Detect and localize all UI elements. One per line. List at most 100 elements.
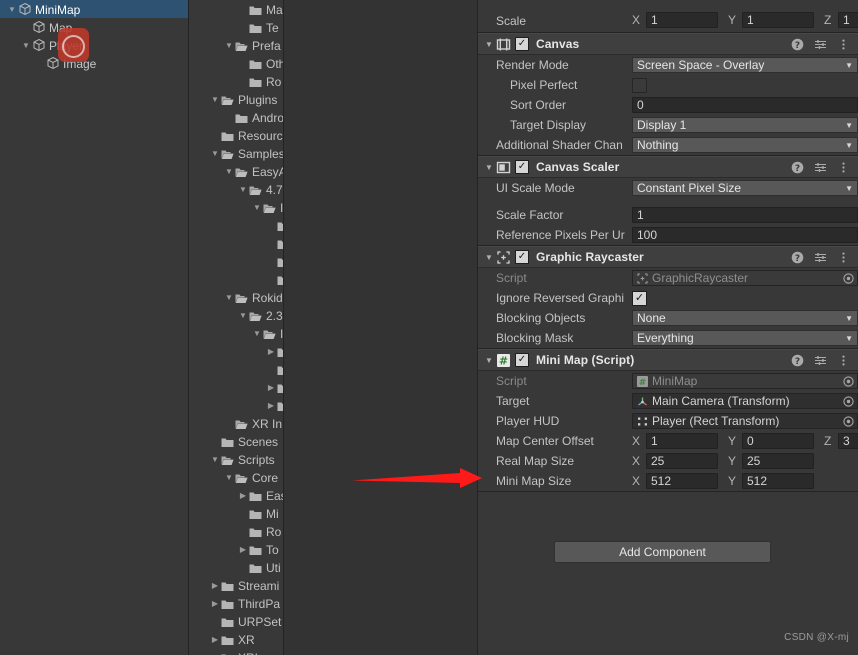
twisty-expanded-icon[interactable]: ▼ [209,91,221,108]
project-tree-item[interactable]: ▶ To [189,540,283,558]
project-tree-item[interactable]: ▶ Andro [189,108,283,126]
scale-z-input[interactable]: 1 [838,12,858,28]
project-tree-item[interactable]: ▶ Te [189,18,283,36]
twisty-collapsed-icon[interactable]: ▶ [237,541,249,558]
input-mini-map-size-y[interactable]: 512 [742,473,814,489]
kebab-menu-icon[interactable] [837,161,850,174]
checkbox-ignore-reversed-graphi[interactable]: ✓ [632,290,647,306]
preset-icon[interactable] [814,161,827,174]
project-tree-item[interactable]: ▶ Ro [189,522,283,540]
kebab-menu-icon[interactable] [837,38,850,51]
project-tree-item[interactable]: ▶ [189,378,283,396]
dropdown-blocking-mask[interactable]: Everything ▼ [632,330,858,346]
component-enabled-checkbox[interactable]: ✓ [515,37,529,51]
input-map-center-offset-z[interactable]: 3 [838,433,858,449]
hierarchy-item-map[interactable]: ▶Map [0,18,188,36]
object-field-script[interactable]: # MiniMap [632,373,858,389]
project-tree-item[interactable]: ▶ [189,216,283,234]
dropdown-ui-scale-mode[interactable]: Constant Pixel Size ▼ [632,180,858,196]
dropdown-additional-shader-chan[interactable]: Nothing ▼ [632,137,858,153]
project-tree-item[interactable]: ▼ Plugins [189,90,283,108]
twisty-expanded-icon[interactable]: ▼ [237,181,249,198]
project-tree-item[interactable]: ▶ URPSet [189,612,283,630]
twisty-collapsed-icon[interactable]: ▶ [209,649,221,655]
project-tree-item[interactable]: ▶ Ro [189,72,283,90]
help-icon[interactable]: ? [791,251,804,264]
project-tree-item[interactable]: ▶ Resourc [189,126,283,144]
project-tree-item[interactable]: ▶ Uti [189,558,283,576]
twisty-expanded-icon[interactable]: ▼ [237,307,249,324]
hierarchy-item-minimap[interactable]: ▼ MiniMap [0,0,188,18]
input-map-center-offset-y[interactable]: 0 [742,433,814,449]
project-tree-item[interactable]: ▼ Rokid [189,288,283,306]
component-enabled-checkbox[interactable]: ✓ [515,353,529,367]
twisty-expanded-icon[interactable]: ▼ [223,37,235,54]
project-tree-item[interactable]: ▶ Mi [189,504,283,522]
add-component-button[interactable]: Add Component [554,541,771,563]
object-picker-icon[interactable] [843,415,854,427]
project-tree-item[interactable]: ▶ [189,342,283,360]
component-header[interactable]: ▼ ✓ Graphic Raycaster? [478,246,858,268]
input-scale-factor[interactable]: 1 [632,207,858,223]
preset-icon[interactable] [814,354,827,367]
object-picker-icon[interactable] [843,395,854,407]
component-header[interactable]: ▼ ✓ Canvas? [478,33,858,55]
project-tree-item[interactable]: ▼I [189,324,283,342]
help-icon[interactable]: ? [791,161,804,174]
scale-x-input[interactable]: 1 [646,12,718,28]
help-icon[interactable]: ? [791,354,804,367]
object-field-player-hud[interactable]: Player (Rect Transform) [632,413,858,429]
twisty-collapsed-icon[interactable]: ▶ [209,595,221,612]
input-real-map-size-y[interactable]: 25 [742,453,814,469]
object-picker-icon[interactable] [843,272,854,284]
project-tree-item[interactable]: ▶ XR In [189,414,283,432]
object-field-script[interactable]: GraphicRaycaster [632,270,858,286]
twisty-expanded-icon[interactable]: ▼ [251,199,263,216]
twisty-expanded-icon[interactable]: ▼ [6,1,18,19]
dropdown-render-mode[interactable]: Screen Space - Overlay ▼ [632,57,858,73]
input-reference-pixels-per-ur[interactable]: 100 [632,227,858,243]
project-tree-item[interactable]: ▼ Scripts [189,450,283,468]
component-foldout-icon[interactable]: ▼ [482,253,496,262]
twisty-expanded-icon[interactable]: ▼ [223,469,235,486]
twisty-expanded-icon[interactable]: ▼ [223,289,235,306]
twisty-collapsed-icon[interactable]: ▶ [237,487,249,504]
twisty-expanded-icon[interactable]: ▼ [251,325,263,342]
project-tree-item[interactable]: ▶ Eas [189,486,283,504]
hierarchy-item-player[interactable]: ▼Player [0,36,188,54]
project-tree-item[interactable]: ▼ Samples [189,144,283,162]
project-tree-item[interactable]: ▶ XRI [189,648,283,655]
project-tree-item[interactable]: ▶ [189,234,283,252]
hierarchy-item-image[interactable]: ▶Image [0,54,188,72]
project-tree-item[interactable]: ▶ Scenes [189,432,283,450]
preset-icon[interactable] [814,38,827,51]
project-tree-item[interactable]: ▶ [189,252,283,270]
scale-y-input[interactable]: 1 [742,12,814,28]
component-foldout-icon[interactable]: ▼ [482,356,496,365]
kebab-menu-icon[interactable] [837,354,850,367]
project-tree-item[interactable]: ▼ Prefa [189,36,283,54]
kebab-menu-icon[interactable] [837,251,850,264]
component-enabled-checkbox[interactable]: ✓ [515,250,529,264]
twisty-expanded-icon[interactable]: ▼ [209,451,221,468]
project-tree-item[interactable]: ▶ [189,360,283,378]
component-enabled-checkbox[interactable]: ✓ [515,160,529,174]
twisty-expanded-icon[interactable]: ▼ [20,37,32,55]
project-tree-item[interactable]: ▶ Oth [189,54,283,72]
project-tree-item[interactable]: ▶ [189,270,283,288]
project-tree-item[interactable]: ▼ Core [189,468,283,486]
object-picker-icon[interactable] [843,375,854,387]
twisty-expanded-icon[interactable]: ▼ [209,145,221,162]
twisty-collapsed-icon[interactable]: ▶ [265,397,277,414]
help-icon[interactable]: ? [791,38,804,51]
twisty-collapsed-icon[interactable]: ▶ [265,343,277,360]
input-mini-map-size-x[interactable]: 512 [646,473,718,489]
twisty-collapsed-icon[interactable]: ▶ [209,631,221,648]
project-tree-item[interactable]: ▼ EasyA [189,162,283,180]
component-foldout-icon[interactable]: ▼ [482,40,496,49]
input-map-center-offset-x[interactable]: 1 [646,433,718,449]
project-tree-item[interactable]: ▶ Ma [189,0,283,18]
project-tree-item[interactable]: ▶ XR [189,630,283,648]
twisty-expanded-icon[interactable]: ▼ [223,163,235,180]
object-field-target[interactable]: Main Camera (Transform) [632,393,858,409]
